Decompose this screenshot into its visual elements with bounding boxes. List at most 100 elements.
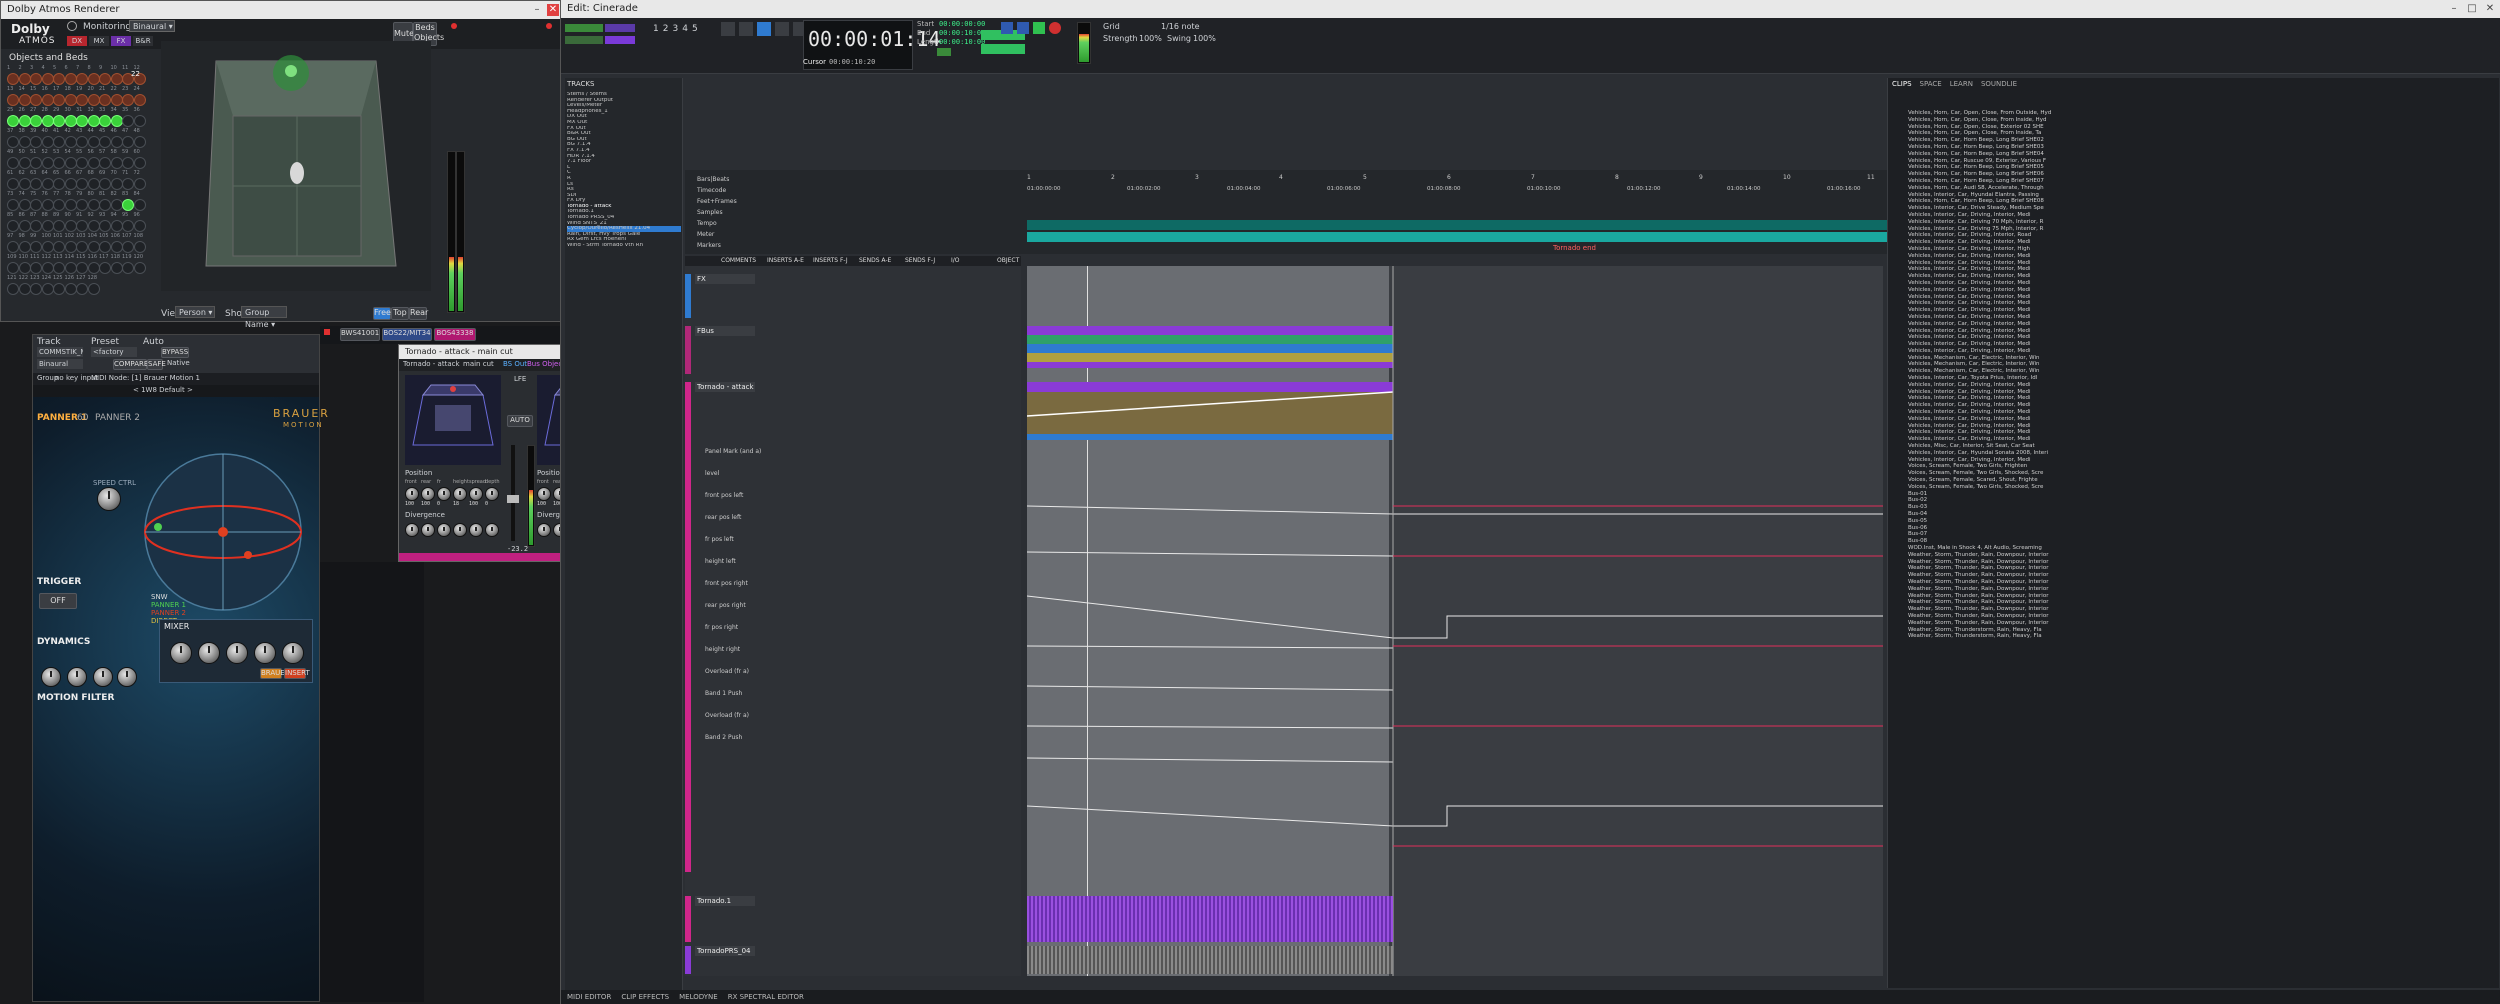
automation-lines[interactable] [1027,266,1883,976]
clip-list-item[interactable]: Vehicles, Horn, Car, Horn Beep, Long Bri… [1908,178,2498,185]
object-slot[interactable] [122,262,134,274]
object-slot[interactable] [133,94,146,106]
clip-list-item[interactable]: Vehicles, Mechanism, Car, Electric, Inte… [1908,368,2498,375]
zoom-preset-3[interactable]: 3 [672,24,678,34]
object-slot[interactable] [64,220,77,232]
object-slot[interactable] [30,115,42,127]
clip-list-item[interactable]: Vehicles, Interior, Car, Driving, Interi… [1908,389,2498,396]
clip-list-item[interactable]: Vehicles, Interior, Car, Driving, Interi… [1908,266,2498,273]
track-name[interactable]: FBus [695,326,755,336]
object-slot[interactable] [99,115,111,127]
zoom-preset-4[interactable]: 4 [682,24,688,34]
divergence-knob[interactable] [537,523,551,537]
clip-list-item[interactable]: Bus-01 [1908,491,2498,498]
clip-list-item[interactable]: Vehicles, Interior, Car, Driving, Interi… [1908,314,2498,321]
clip-list-item[interactable]: Vehicles, Horn, Car, Horn Beep, Long Bri… [1908,144,2498,151]
clips-tab[interactable]: SOUNDLIE [1981,80,2017,88]
clip-list-item[interactable]: Vehicles, Horn, Car, Open, Close, Exteri… [1908,124,2498,131]
param-knob[interactable] [469,487,483,501]
divergence-knob[interactable] [437,523,451,537]
clip-list-item[interactable]: Weather, Storm, Thunder, Rain, Downpour,… [1908,572,2498,579]
object-slot[interactable] [64,262,77,274]
automation-lane-label[interactable]: fr pos left [705,536,734,543]
small-insert-label[interactable]: main cut [463,360,494,368]
mixer-mix-knob[interactable] [282,642,304,664]
object-slot[interactable] [110,136,123,148]
tab-panner-2[interactable]: PANNER 2 [95,413,140,423]
object-slot[interactable] [110,199,123,211]
tempo-ruler[interactable] [1027,220,1977,230]
object-slot[interactable] [76,136,88,148]
object-slot[interactable] [87,94,100,106]
preset-select[interactable]: <factory default> [91,347,137,357]
automation-lane-label[interactable]: Panel Mark (and a) [705,448,761,455]
object-slot[interactable] [76,220,88,232]
clip-list-item[interactable]: Vehicles, Interior, Car, Toyota Prius, I… [1908,375,2498,382]
object-slot[interactable] [7,73,19,85]
object-slot[interactable] [41,262,54,274]
mixer-panner1-knob[interactable] [198,642,220,664]
clip-list-item[interactable]: Vehicles, Horn, Car, Horn Beep, Long Bri… [1908,164,2498,171]
small-track-label[interactable]: Tornado - attack [403,360,460,368]
trim-tool-icon[interactable] [739,22,753,36]
object-slot[interactable] [99,220,111,232]
object-slot[interactable] [122,178,134,190]
param-value[interactable]: 0 [437,501,440,507]
mixer-tab-insert[interactable]: INSERT [284,668,310,679]
chip-br[interactable]: B&R [133,36,153,46]
show-select[interactable]: Group Name ▾ [241,306,287,329]
object-slot[interactable] [133,157,146,169]
object-slot[interactable] [41,283,54,295]
param-knob[interactable] [421,487,435,501]
clip-list-item[interactable]: Vehicles, Interior, Car, Hyundai Sonata … [1908,450,2498,457]
automation-lane-label[interactable]: level [705,470,719,477]
divergence-knob[interactable] [405,523,419,537]
object-slot[interactable] [76,199,88,211]
clip-list-item[interactable]: Vehicles, Horn, Car, Open, Close, From O… [1908,110,2498,117]
tab-60[interactable]: 60 [77,413,88,423]
object-slot[interactable] [30,136,42,148]
clip-list-item[interactable]: Vehicles, Horn, Car, Audi S8, Accelerate… [1908,185,2498,192]
object-slot[interactable] [110,262,123,274]
object-slot[interactable] [87,199,100,211]
object-slot[interactable] [53,178,65,190]
object-slot[interactable] [64,94,77,106]
divergence-knob[interactable] [485,523,499,537]
param-knob[interactable] [537,487,551,501]
mixer-input-knob[interactable] [170,642,192,664]
object-slot[interactable] [7,241,19,253]
object-slot[interactable] [133,220,146,232]
automation-lane-label[interactable]: Band 2 Push [705,734,742,741]
selection-values[interactable]: 00:00:00:00 00:00:10:00 00:00:10:00 [939,20,985,47]
object-slot[interactable] [87,178,100,190]
object-slot[interactable] [133,115,146,127]
view-rear-button[interactable]: Rear [409,307,428,320]
object-slot[interactable] [122,94,134,106]
object-slot[interactable] [64,136,77,148]
object-slot[interactable] [7,262,19,274]
clip-list-item[interactable]: Weather, Storm, Thunderstorm, Rain, Heav… [1908,633,2498,640]
clip-list-item[interactable]: Vehicles, Interior, Car, Driving, Interi… [1908,416,2498,423]
object-slot[interactable] [7,199,19,211]
clip-list-item[interactable]: Vehicles, Mechanism, Car, Electric, Inte… [1908,355,2498,362]
object-slot[interactable] [110,178,123,190]
clip-list-item[interactable]: Voices, Scream, Female, Two Girls, Shock… [1908,484,2498,491]
clip-list-item[interactable]: Vehicles, Misc, Car, Interior, Sit Seat,… [1908,443,2498,450]
chip-fx[interactable]: FX [111,36,131,46]
clip-list-item[interactable]: Vehicles, Interior, Car, Driving 75 Mph,… [1908,226,2498,233]
clip-list-item[interactable]: Vehicles, Interior, Car, Driving, Interi… [1908,280,2498,287]
clip-list-item[interactable]: Vehicles, Interior, Car, Drive Steady, M… [1908,205,2498,212]
clip-list-item[interactable]: Vehicles, Interior, Car, Driving, Interi… [1908,341,2498,348]
mixer-tab-brauer[interactable]: BRAUER [260,668,290,679]
swing-value[interactable]: 100% [1193,34,1216,43]
clip-list-item[interactable]: Vehicles, Horn, Car, Open, Close, From I… [1908,130,2498,137]
object-slot[interactable] [122,157,134,169]
param-value[interactable]: 18 [453,501,459,507]
object-slot[interactable] [87,241,100,253]
object-slot[interactable] [64,178,77,190]
clip-list-item[interactable]: Vehicles, Interior, Car, Driving, Interi… [1908,423,2498,430]
clip-list-item[interactable]: Vehicles, Interior, Car, Driving, Interi… [1908,436,2498,443]
object-slot[interactable] [18,199,31,211]
object-slot[interactable] [99,262,111,274]
return-to-zero-icon[interactable] [1001,22,1013,34]
